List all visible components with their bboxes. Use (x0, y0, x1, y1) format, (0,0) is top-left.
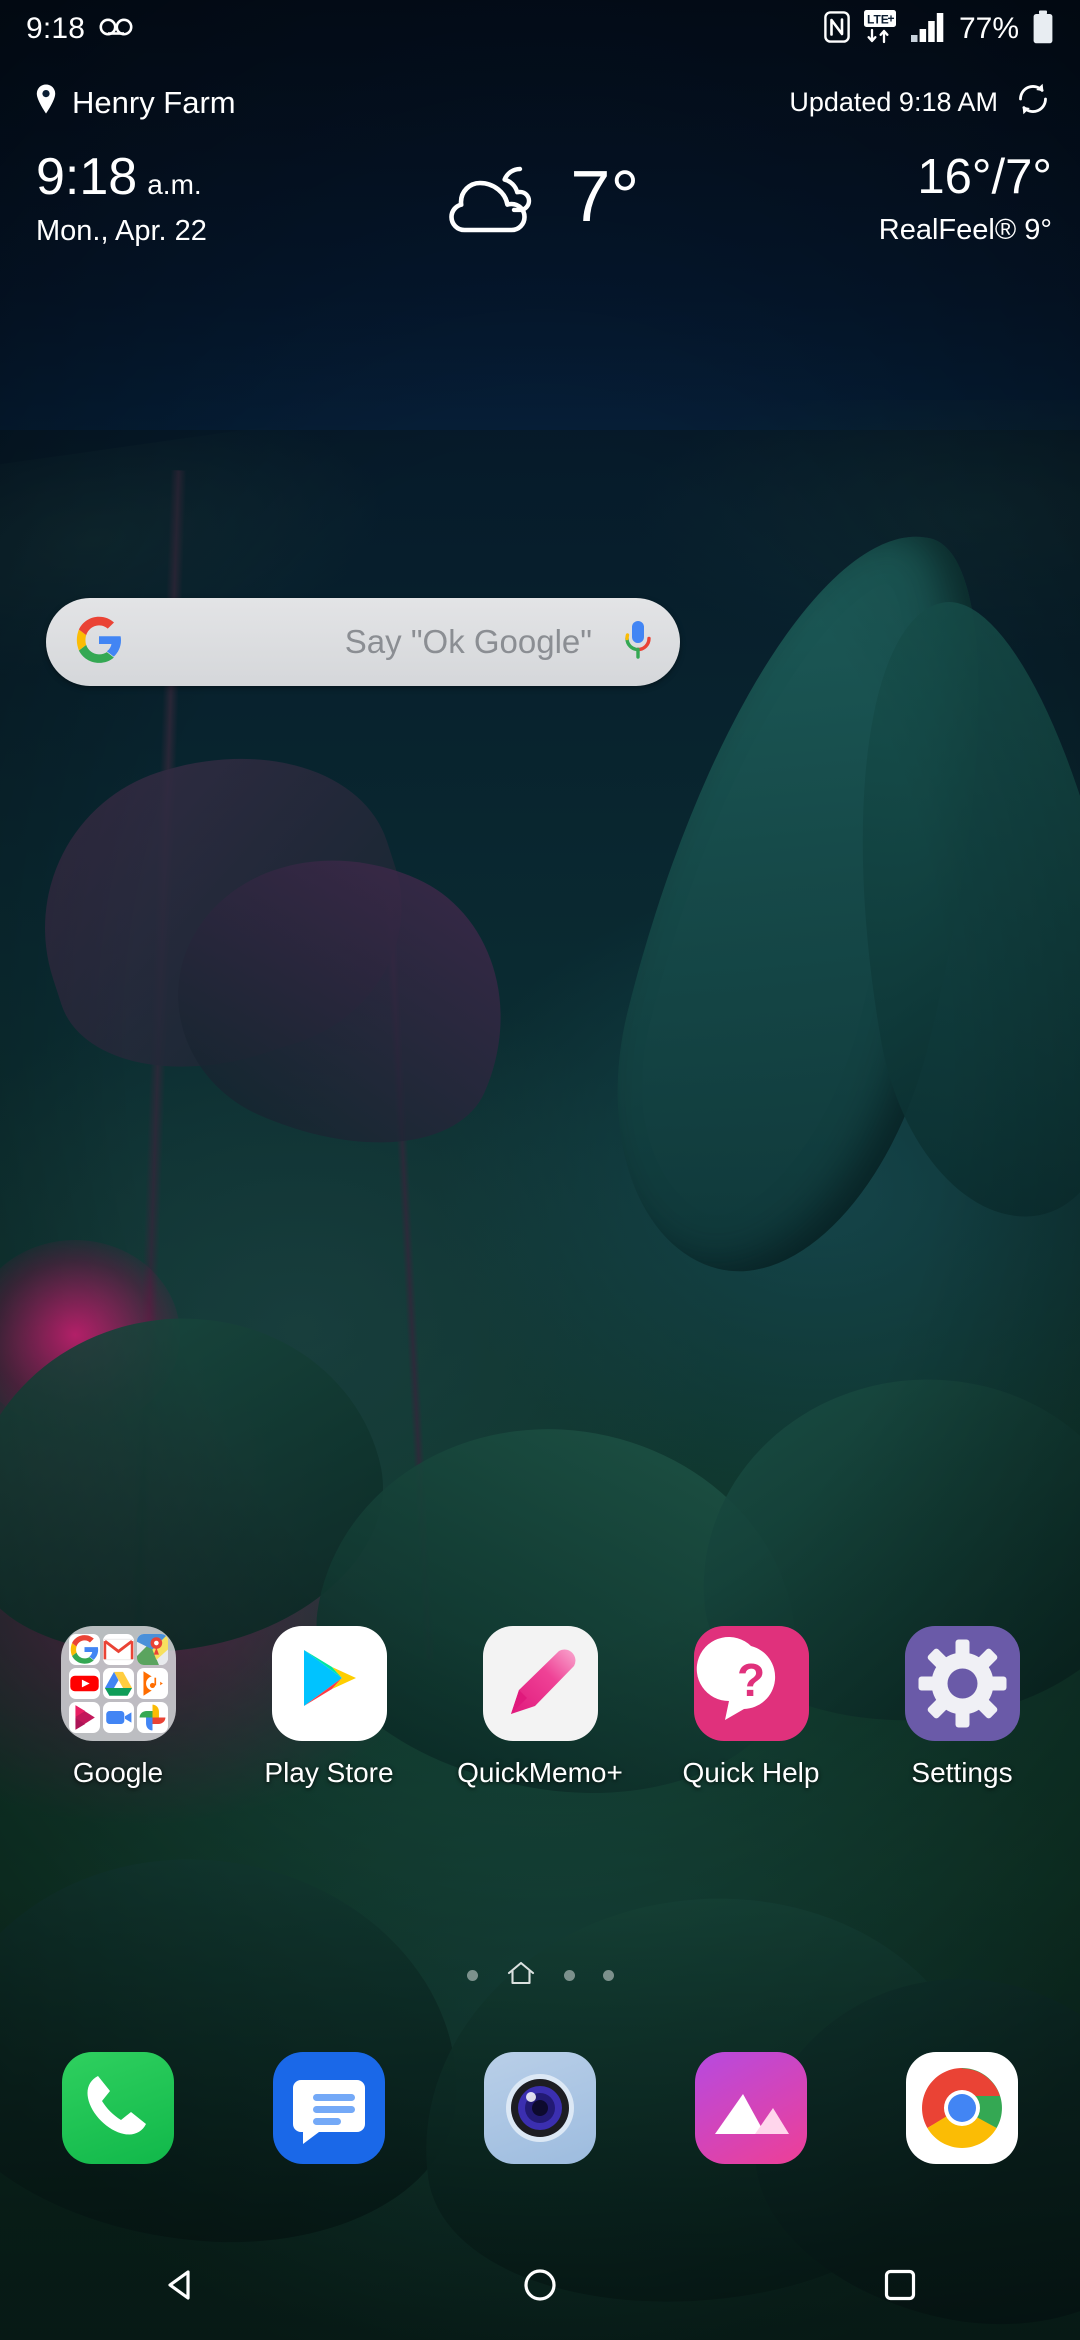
page-dot[interactable] (602, 1969, 614, 1981)
search-input[interactable]: Say "Ok Google" (124, 623, 618, 661)
weather-clock-block[interactable]: 9:18 a.m. Mon., Apr. 22 (36, 151, 207, 248)
app-label: Play Store (264, 1757, 394, 1788)
status-bar[interactable]: 9:18 LTE + 77% (0, 0, 1080, 58)
weather-current-temp: 7° (570, 157, 640, 238)
messages-icon[interactable] (273, 2052, 385, 2164)
drive-icon (102, 1668, 134, 1699)
dock-app-messages[interactable] (243, 2052, 415, 2164)
app-grid: Google Play Store QuickMemo+ ? Quick Hel… (0, 1626, 1080, 1789)
play-store-icon[interactable] (271, 1626, 387, 1741)
folder-preview-grid (60, 1626, 176, 1741)
phone-icon[interactable] (62, 2052, 174, 2164)
dock-app-camera[interactable] (454, 2052, 626, 2164)
weather-time-line: 9:18 a.m. (36, 151, 207, 203)
app-settings[interactable]: Settings (876, 1626, 1048, 1789)
gmail-icon (102, 1634, 134, 1665)
quickmemo-icon[interactable] (482, 1626, 598, 1741)
weather-date: Mon., Apr. 22 (36, 215, 207, 247)
status-bar-right: LTE + 77% (824, 9, 1054, 50)
page-indicator[interactable] (0, 1955, 1080, 1995)
google-search-bar[interactable]: Say "Ok Google" (46, 598, 680, 686)
dock (0, 2052, 1080, 2164)
weather-location[interactable]: Henry Farm (34, 83, 236, 123)
weather-realfeel: RealFeel® 9° (878, 214, 1052, 246)
navigation-bar (0, 2230, 1080, 2340)
cloudy-icon (446, 153, 564, 242)
dock-app-gallery[interactable] (665, 2052, 837, 2164)
home-page-icon[interactable] (506, 1960, 536, 1991)
page-dot[interactable] (466, 1969, 478, 1981)
app-quickmemo[interactable]: QuickMemo+ (454, 1626, 626, 1789)
page-dot[interactable] (563, 1969, 575, 1981)
app-label: Quick Help (682, 1757, 820, 1788)
weather-updated[interactable]: Updated 9:18 AM (789, 80, 1052, 125)
play-music-icon (136, 1668, 168, 1699)
recents-nav-icon[interactable] (840, 2230, 960, 2340)
google-folder-icon[interactable] (60, 1626, 176, 1741)
youtube-icon (68, 1668, 100, 1699)
battery-icon (1032, 10, 1054, 49)
gallery-icon[interactable] (695, 2052, 807, 2164)
chrome-icon[interactable] (906, 2052, 1018, 2164)
weather-top-row: Henry Farm Updated 9:18 AM (0, 58, 1080, 125)
app-quick-help[interactable]: ? Quick Help (665, 1626, 837, 1789)
google-g-logo (74, 615, 124, 670)
play-movies-icon (68, 1702, 100, 1733)
home-nav-icon[interactable] (480, 2230, 600, 2340)
weather-condition-block: 7° (446, 153, 639, 242)
location-pin-icon (34, 83, 58, 123)
app-google-folder[interactable]: Google (32, 1626, 204, 1789)
battery-percent: 77% (958, 12, 1019, 45)
weather-location-label: Henry Farm (72, 84, 236, 120)
weather-time: 9:18 (36, 148, 138, 206)
weather-range-block: 16°/7° RealFeel® 9° (879, 153, 1052, 247)
svg-text:?: ? (736, 1654, 764, 1706)
app-label: Settings (911, 1757, 1013, 1788)
weather-high-low: 16°/7° (917, 150, 1052, 204)
voicemail-icon (99, 16, 133, 43)
nfc-icon (824, 10, 850, 48)
photos-icon (136, 1702, 168, 1733)
app-play-store[interactable]: Play Store (243, 1626, 415, 1789)
refresh-icon[interactable] (1014, 80, 1052, 125)
dock-app-phone[interactable] (32, 2052, 204, 2164)
google-search-icon (68, 1634, 100, 1665)
app-label: QuickMemo+ (457, 1757, 623, 1788)
status-bar-left: 9:18 (26, 12, 133, 46)
app-label: Google (72, 1757, 164, 1788)
maps-icon (136, 1634, 168, 1665)
weather-main-row: 9:18 a.m. Mon., Apr. 22 7° 16°/7° RealFe… (0, 125, 1080, 248)
svg-text:LTE: LTE (867, 12, 889, 26)
camera-icon[interactable] (484, 2052, 596, 2164)
weather-ampm: a.m. (147, 169, 202, 200)
status-clock: 9:18 (26, 12, 86, 45)
duo-icon (102, 1702, 134, 1733)
signal-bars-icon (910, 11, 946, 48)
dock-app-chrome[interactable] (876, 2052, 1048, 2164)
settings-gear-icon[interactable] (904, 1626, 1020, 1741)
quick-help-icon[interactable]: ? (693, 1626, 809, 1741)
svg-text:+: + (887, 11, 894, 25)
lte-plus-icon: LTE + (863, 9, 897, 50)
microphone-icon[interactable] (618, 616, 658, 669)
back-nav-icon[interactable] (120, 2230, 240, 2340)
weather-updated-label: Updated 9:18 AM (789, 87, 998, 117)
weather-widget[interactable]: Henry Farm Updated 9:18 AM 9:18 a.m. Mon… (0, 58, 1080, 248)
